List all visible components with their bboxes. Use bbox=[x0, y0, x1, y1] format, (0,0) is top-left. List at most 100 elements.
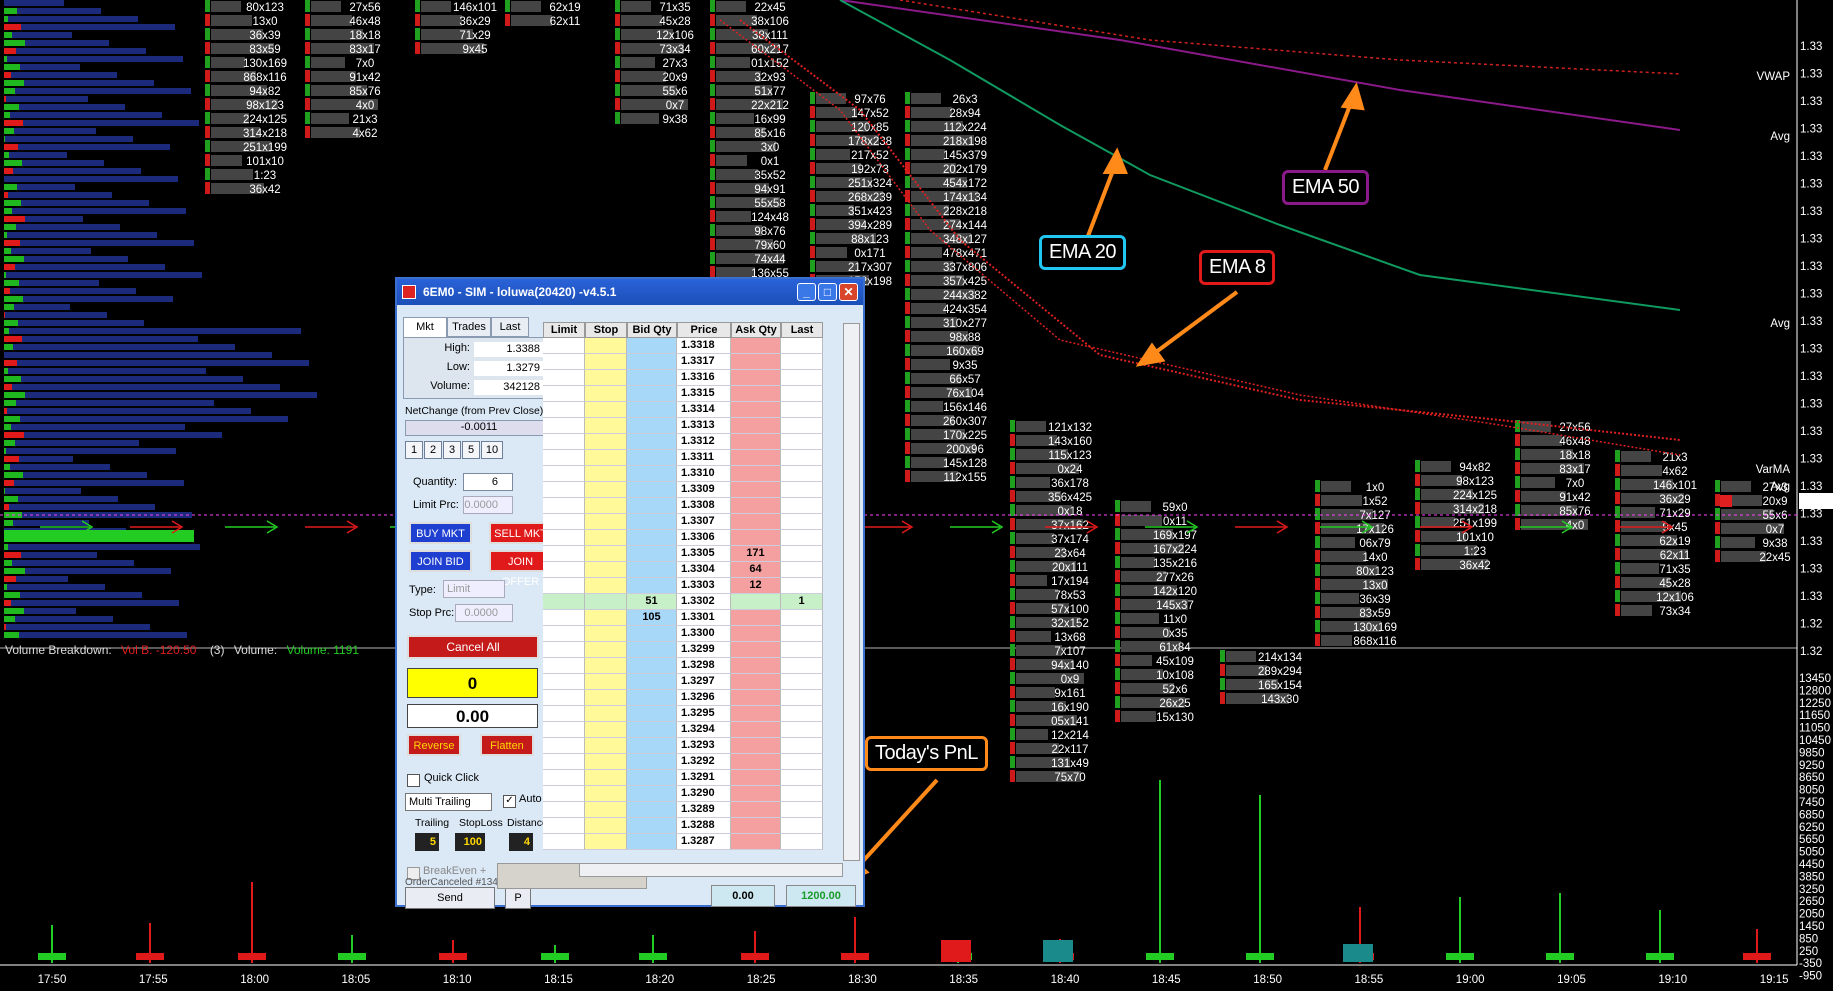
ladder-last-qty[interactable] bbox=[781, 754, 823, 770]
ladder-ask-qty[interactable] bbox=[731, 418, 781, 434]
ladder-last-qty[interactable] bbox=[781, 514, 823, 530]
ladder-last-qty[interactable] bbox=[781, 786, 823, 802]
tab-trades[interactable]: Trades bbox=[447, 317, 491, 337]
ladder-price[interactable]: 1.3311 bbox=[677, 450, 731, 466]
ladder-stop-cell[interactable] bbox=[585, 578, 627, 594]
ladder-stop-cell[interactable] bbox=[585, 738, 627, 754]
ladder-header-bid-qty[interactable]: Bid Qty bbox=[627, 322, 677, 338]
ladder-last-qty[interactable] bbox=[781, 706, 823, 722]
ladder-limit-cell[interactable] bbox=[543, 514, 585, 530]
ladder-stop-cell[interactable] bbox=[585, 498, 627, 514]
ladder-ask-qty[interactable] bbox=[731, 738, 781, 754]
ladder-ask-qty[interactable] bbox=[731, 514, 781, 530]
ladder-price[interactable]: 1.3304 bbox=[677, 562, 731, 578]
ladder-stop-cell[interactable] bbox=[585, 610, 627, 626]
ladder-bid-qty[interactable] bbox=[627, 578, 677, 594]
ladder-ask-qty[interactable] bbox=[731, 690, 781, 706]
ladder-ask-qty[interactable] bbox=[731, 434, 781, 450]
ladder-last-qty[interactable] bbox=[781, 354, 823, 370]
ladder-limit-cell[interactable] bbox=[543, 530, 585, 546]
ladder-last-qty[interactable] bbox=[781, 658, 823, 674]
ladder-hscrollbar[interactable] bbox=[579, 863, 843, 877]
ladder-price[interactable]: 1.3317 bbox=[677, 354, 731, 370]
ladder-price[interactable]: 1.3298 bbox=[677, 658, 731, 674]
ladder-price[interactable]: 1.3293 bbox=[677, 738, 731, 754]
ladder-ask-qty[interactable]: 64 bbox=[731, 562, 781, 578]
ladder-stop-cell[interactable] bbox=[585, 514, 627, 530]
ladder-bid-qty[interactable] bbox=[627, 530, 677, 546]
ladder-price[interactable]: 1.3305 bbox=[677, 546, 731, 562]
ladder-header-price[interactable]: Price bbox=[677, 322, 731, 338]
ladder-stop-cell[interactable] bbox=[585, 546, 627, 562]
ladder-price[interactable]: 1.3289 bbox=[677, 802, 731, 818]
qty-preset-button[interactable]: 1 bbox=[405, 441, 423, 459]
ladder-ask-qty[interactable] bbox=[731, 450, 781, 466]
ladder-ask-qty[interactable] bbox=[731, 370, 781, 386]
ladder-price[interactable]: 1.3315 bbox=[677, 386, 731, 402]
ladder-last-qty[interactable] bbox=[781, 578, 823, 594]
ladder-limit-cell[interactable] bbox=[543, 450, 585, 466]
ladder-limit-cell[interactable] bbox=[543, 578, 585, 594]
ladder-limit-cell[interactable] bbox=[543, 642, 585, 658]
ladder-limit-cell[interactable] bbox=[543, 546, 585, 562]
ladder-price[interactable]: 1.3316 bbox=[677, 370, 731, 386]
ladder-bid-qty[interactable] bbox=[627, 834, 677, 850]
ladder-limit-cell[interactable] bbox=[543, 754, 585, 770]
ladder-bid-qty[interactable] bbox=[627, 418, 677, 434]
stoploss-field[interactable]: 100 bbox=[455, 833, 485, 851]
ladder-limit-cell[interactable] bbox=[543, 674, 585, 690]
ladder-ask-qty[interactable]: 171 bbox=[731, 546, 781, 562]
order-entry-window[interactable]: 6EM0 - SIM - loluwa(20420) -v4.5.1 _ □ ✕… bbox=[395, 277, 865, 924]
ladder-limit-cell[interactable] bbox=[543, 610, 585, 626]
footprint-chart[interactable]: 80x12313x036x3983x59130x169868x11694x829… bbox=[0, 0, 1833, 991]
ladder-price[interactable]: 1.3288 bbox=[677, 818, 731, 834]
ladder-bid-qty[interactable]: 51 bbox=[627, 594, 677, 610]
ladder-price[interactable]: 1.3312 bbox=[677, 434, 731, 450]
ladder-last-qty[interactable] bbox=[781, 434, 823, 450]
ladder-stop-cell[interactable] bbox=[585, 626, 627, 642]
ladder-price[interactable]: 1.3300 bbox=[677, 626, 731, 642]
ladder-stop-cell[interactable] bbox=[585, 658, 627, 674]
ladder-last-qty[interactable] bbox=[781, 770, 823, 786]
ladder-bid-qty[interactable] bbox=[627, 386, 677, 402]
ladder-last-qty[interactable] bbox=[781, 690, 823, 706]
ladder-price[interactable]: 1.3318 bbox=[677, 338, 731, 354]
ladder-stop-cell[interactable] bbox=[585, 354, 627, 370]
ladder-limit-cell[interactable] bbox=[543, 786, 585, 802]
send-multi-exit-button[interactable]: Send MultiExitOrd bbox=[405, 887, 495, 924]
ladder-stop-cell[interactable] bbox=[585, 722, 627, 738]
limit-prc-field[interactable]: 0.0000 bbox=[463, 496, 513, 514]
ladder-limit-cell[interactable] bbox=[543, 402, 585, 418]
ladder-last-qty[interactable] bbox=[781, 802, 823, 818]
ladder-last-qty[interactable] bbox=[781, 338, 823, 354]
ladder-stop-cell[interactable] bbox=[585, 530, 627, 546]
ladder-ask-qty[interactable] bbox=[731, 818, 781, 834]
flatten-button[interactable]: Flatten bbox=[480, 734, 534, 756]
ladder-price[interactable]: 1.3291 bbox=[677, 770, 731, 786]
ladder-limit-cell[interactable] bbox=[543, 370, 585, 386]
ladder-price[interactable]: 1.3307 bbox=[677, 514, 731, 530]
ladder-stop-cell[interactable] bbox=[585, 690, 627, 706]
close-button[interactable]: ✕ bbox=[839, 283, 858, 301]
ladder-ask-qty[interactable] bbox=[731, 674, 781, 690]
ladder-stop-cell[interactable] bbox=[585, 450, 627, 466]
ladder-bid-qty[interactable] bbox=[627, 498, 677, 514]
ladder-price[interactable]: 1.3299 bbox=[677, 642, 731, 658]
ladder-stop-cell[interactable] bbox=[585, 370, 627, 386]
ladder-last-qty[interactable] bbox=[781, 418, 823, 434]
ladder-ask-qty[interactable] bbox=[731, 482, 781, 498]
ladder-header-ask-qty[interactable]: Ask Qty bbox=[731, 322, 781, 338]
ladder-ask-qty[interactable] bbox=[731, 722, 781, 738]
ladder-stop-cell[interactable] bbox=[585, 770, 627, 786]
ladder-ask-qty[interactable] bbox=[731, 754, 781, 770]
ladder-price[interactable]: 1.3295 bbox=[677, 706, 731, 722]
ladder-limit-cell[interactable] bbox=[543, 818, 585, 834]
ladder-bid-qty[interactable] bbox=[627, 818, 677, 834]
ladder-bid-qty[interactable]: 105 bbox=[627, 610, 677, 626]
ladder-limit-cell[interactable] bbox=[543, 354, 585, 370]
qty-preset-button[interactable]: 5 bbox=[462, 441, 480, 459]
ladder-price[interactable]: 1.3303 bbox=[677, 578, 731, 594]
ladder-bid-qty[interactable] bbox=[627, 402, 677, 418]
quick-click-checkbox[interactable] bbox=[407, 774, 420, 787]
ladder-limit-cell[interactable] bbox=[543, 338, 585, 354]
